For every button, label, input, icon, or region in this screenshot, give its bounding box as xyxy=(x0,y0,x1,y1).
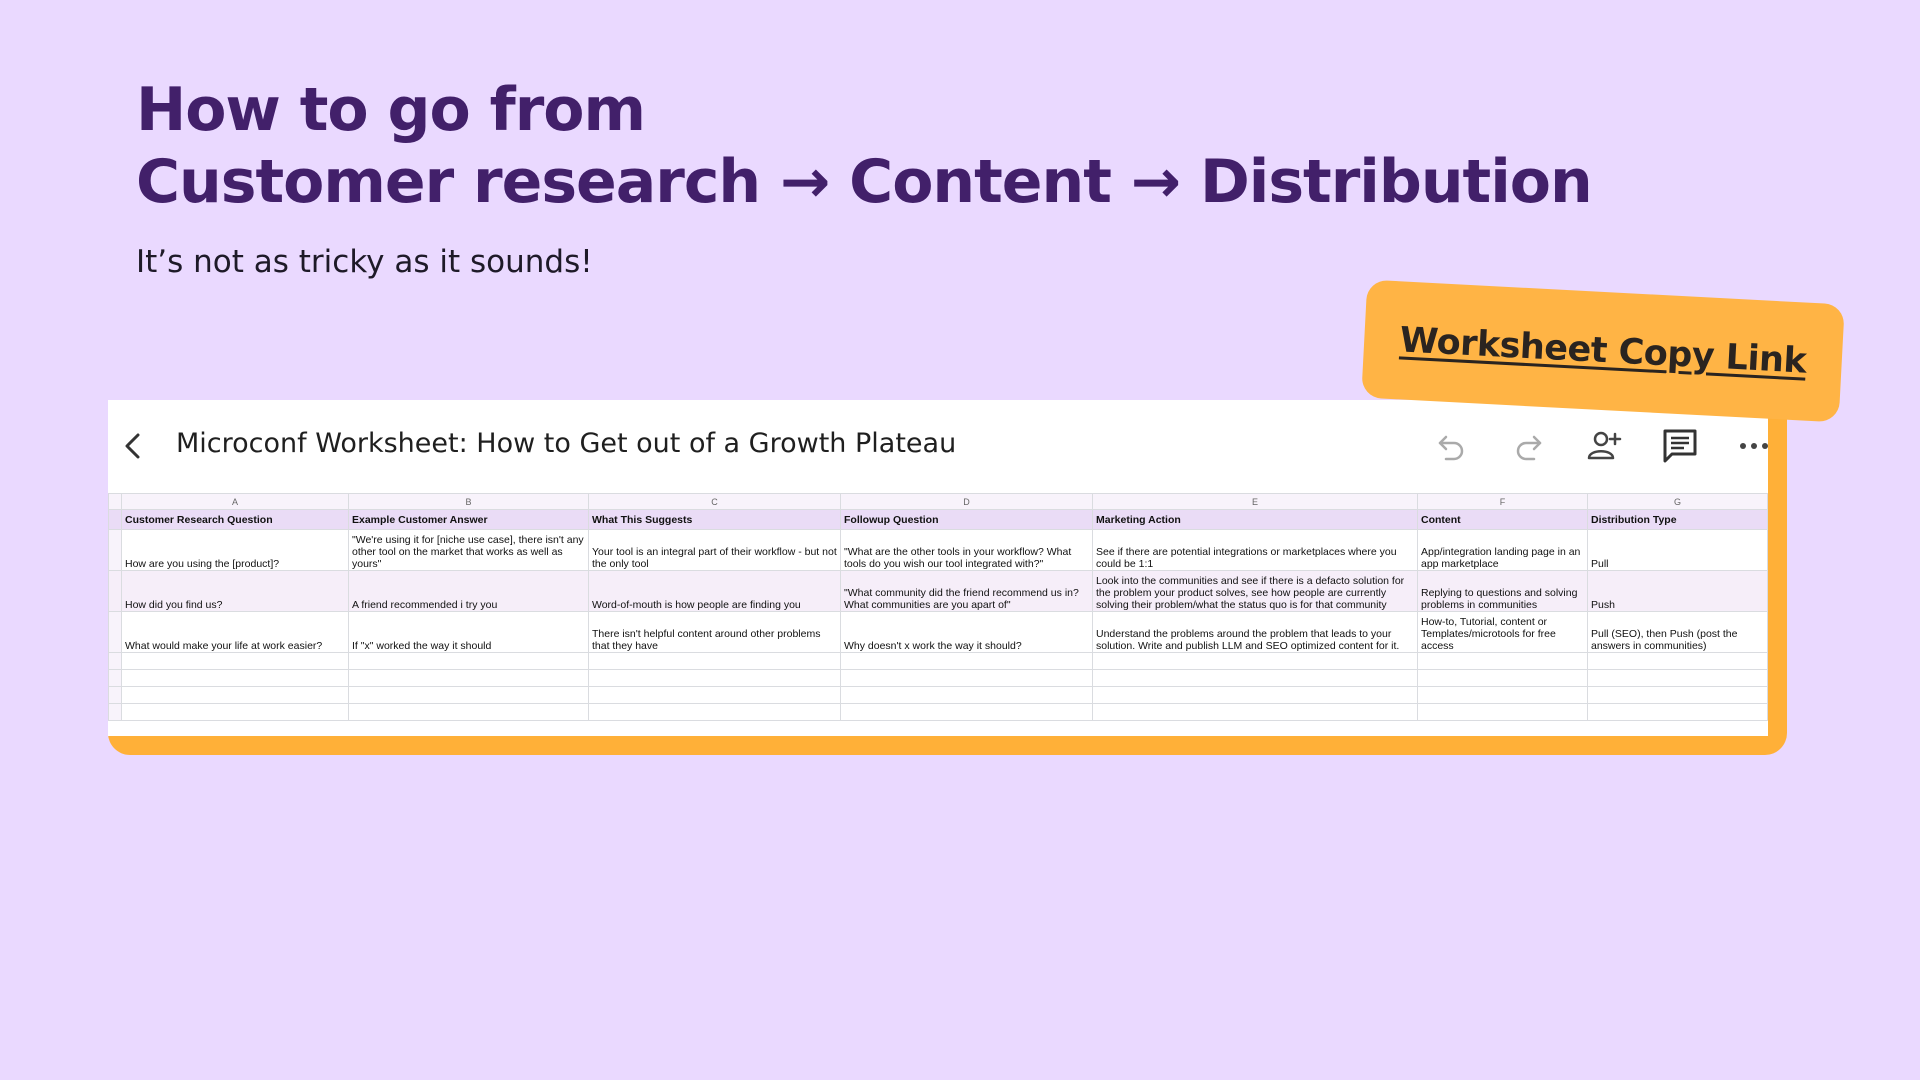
table-cell[interactable]: Pull xyxy=(1587,529,1768,571)
header-cell[interactable]: Content xyxy=(1417,509,1588,530)
empty-cell[interactable] xyxy=(348,652,589,670)
table-cell[interactable]: What would make your life at work easier… xyxy=(121,611,349,653)
table-cell[interactable]: "We're using it for [niche use case], th… xyxy=(348,529,589,571)
column-letter[interactable]: G xyxy=(1587,493,1768,510)
empty-cell[interactable] xyxy=(1587,703,1768,721)
column-letter[interactable]: C xyxy=(588,493,841,510)
empty-cell[interactable] xyxy=(1417,669,1588,687)
header-cell[interactable]: Example Customer Answer xyxy=(348,509,589,530)
row-number[interactable] xyxy=(108,529,122,571)
row-number[interactable] xyxy=(108,611,122,653)
empty-row xyxy=(108,652,1768,670)
subtitle: It’s not as tricky as it sounds! xyxy=(136,244,593,280)
headline-line-2: Customer research → Content → Distributi… xyxy=(136,147,1593,217)
table-cell[interactable]: How did you find us? xyxy=(121,570,349,612)
column-letter[interactable]: E xyxy=(1092,493,1418,510)
empty-cell[interactable] xyxy=(1587,652,1768,670)
undo-icon[interactable] xyxy=(1432,426,1472,466)
empty-cell[interactable] xyxy=(121,686,349,704)
table-cell[interactable]: A friend recommended i try you xyxy=(348,570,589,612)
worksheet-copy-link-sticker[interactable]: Worksheet Copy Link xyxy=(1361,279,1845,423)
sheet-toolbar: Microconf Worksheet: How to Get out of a… xyxy=(108,400,1768,492)
header-cell[interactable]: Followup Question xyxy=(840,509,1093,530)
table-cell[interactable]: "What are the other tools in your workfl… xyxy=(840,529,1093,571)
table-cell[interactable]: Your tool is an integral part of their w… xyxy=(588,529,841,571)
empty-row xyxy=(108,703,1768,721)
more-icon[interactable] xyxy=(1734,426,1768,466)
column-letter[interactable]: F xyxy=(1417,493,1588,510)
add-person-icon[interactable] xyxy=(1584,426,1624,466)
empty-cell[interactable] xyxy=(348,669,589,687)
document-title: Microconf Worksheet: How to Get out of a… xyxy=(176,428,957,459)
table-cell[interactable]: Pull (SEO), then Push (post the answers … xyxy=(1587,611,1768,653)
header-cell[interactable]: Customer Research Question xyxy=(121,509,349,530)
column-letter[interactable]: D xyxy=(840,493,1093,510)
empty-cell[interactable] xyxy=(840,686,1093,704)
table-cell[interactable]: Look into the communities and see if the… xyxy=(1092,570,1418,612)
table-row: What would make your life at work easier… xyxy=(108,611,1768,653)
table-cell[interactable]: Word-of-mouth is how people are finding … xyxy=(588,570,841,612)
table-cell[interactable]: How are you using the [product]? xyxy=(121,529,349,571)
empty-cell[interactable] xyxy=(1587,669,1768,687)
empty-cell[interactable] xyxy=(1092,652,1418,670)
empty-cell[interactable] xyxy=(1092,703,1418,721)
empty-row xyxy=(108,669,1768,687)
empty-cell[interactable] xyxy=(1587,686,1768,704)
table-cell[interactable]: Replying to questions and solving proble… xyxy=(1417,570,1588,612)
select-all-corner[interactable] xyxy=(108,493,122,510)
empty-cell[interactable] xyxy=(1417,703,1588,721)
header-cell[interactable]: What This Suggests xyxy=(588,509,841,530)
worksheet-copy-link[interactable]: Worksheet Copy Link xyxy=(1399,320,1807,381)
table-cell[interactable]: There isn't helpful content around other… xyxy=(588,611,841,653)
empty-cell[interactable] xyxy=(1417,652,1588,670)
empty-cell[interactable] xyxy=(840,669,1093,687)
empty-cell[interactable] xyxy=(588,669,841,687)
table-cell[interactable]: App/integration landing page in an app m… xyxy=(1417,529,1588,571)
column-letter-row: A B C D E F G xyxy=(108,493,1768,510)
row-number[interactable] xyxy=(108,570,122,612)
headline-line-1: How to go from xyxy=(136,75,646,145)
table-cell[interactable]: "What community did the friend recommend… xyxy=(840,570,1093,612)
row-number[interactable] xyxy=(108,686,122,704)
table-row: How are you using the [product]? "We're … xyxy=(108,529,1768,571)
redo-icon[interactable] xyxy=(1508,426,1548,466)
table-cell[interactable]: See if there are potential integrations … xyxy=(1092,529,1418,571)
table-cell[interactable]: How-to, Tutorial, content or Templates/m… xyxy=(1417,611,1588,653)
table-row: How did you find us? A friend recommende… xyxy=(108,570,1768,612)
empty-cell[interactable] xyxy=(588,686,841,704)
row-number[interactable] xyxy=(108,669,122,687)
empty-cell[interactable] xyxy=(1417,686,1588,704)
row-number[interactable] xyxy=(108,703,122,721)
header-row: Customer Research Question Example Custo… xyxy=(108,509,1768,530)
empty-cell[interactable] xyxy=(348,703,589,721)
table-cell[interactable]: Why doesn't x work the way it should? xyxy=(840,611,1093,653)
empty-cell[interactable] xyxy=(121,652,349,670)
comment-icon[interactable] xyxy=(1660,426,1700,466)
empty-cell[interactable] xyxy=(588,703,841,721)
header-cell[interactable]: Distribution Type xyxy=(1587,509,1768,530)
row-number[interactable] xyxy=(108,652,122,670)
column-letter[interactable]: B xyxy=(348,493,589,510)
spreadsheet-screenshot: Microconf Worksheet: How to Get out of a… xyxy=(108,400,1768,736)
empty-cell[interactable] xyxy=(121,669,349,687)
empty-cell[interactable] xyxy=(840,703,1093,721)
header-cell[interactable]: Marketing Action xyxy=(1092,509,1418,530)
headline: How to go from Customer research → Conte… xyxy=(136,74,1593,218)
empty-cell[interactable] xyxy=(1092,669,1418,687)
empty-cell[interactable] xyxy=(840,652,1093,670)
empty-cell[interactable] xyxy=(348,686,589,704)
row-number[interactable] xyxy=(108,509,122,530)
back-icon[interactable] xyxy=(118,430,148,462)
empty-cell[interactable] xyxy=(588,652,841,670)
table-cell[interactable]: Push xyxy=(1587,570,1768,612)
table-cell[interactable]: Understand the problems around the probl… xyxy=(1092,611,1418,653)
empty-row xyxy=(108,686,1768,704)
empty-cell[interactable] xyxy=(121,703,349,721)
spreadsheet-grid: A B C D E F G Customer Research Question… xyxy=(108,493,1768,721)
table-cell[interactable]: If "x" worked the way it should xyxy=(348,611,589,653)
empty-cell[interactable] xyxy=(1092,686,1418,704)
column-letter[interactable]: A xyxy=(121,493,349,510)
